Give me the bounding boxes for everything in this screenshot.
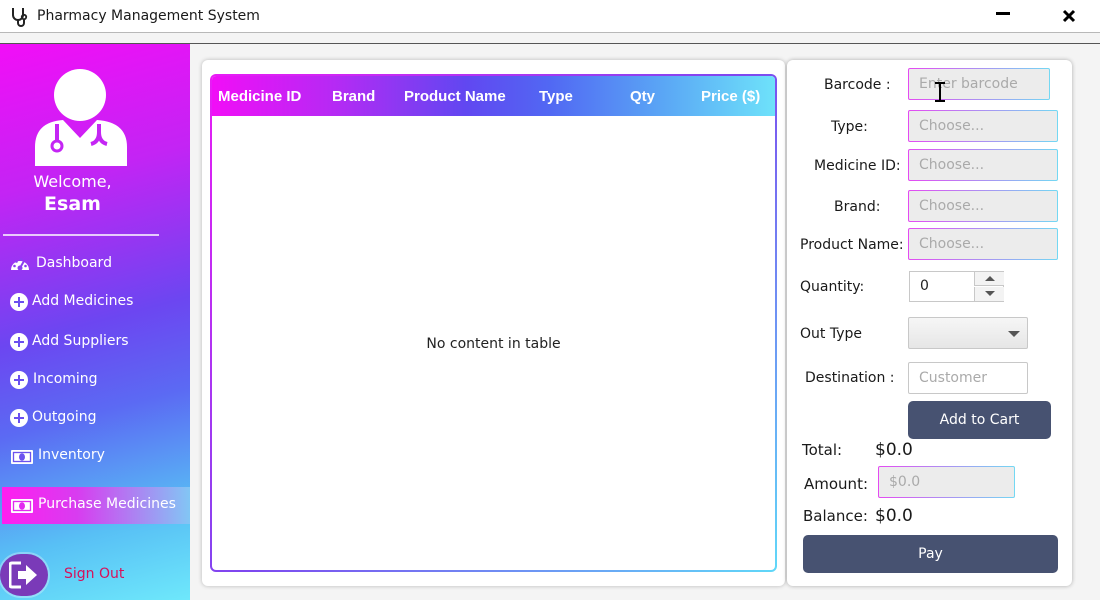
quantity-value: 0 [920,278,929,294]
dashboard-icon [11,258,29,271]
medicine-id-combo[interactable]: Choose... [908,149,1058,181]
sidebar-separator [3,234,159,236]
sidebar-item-label: Incoming [33,371,98,387]
money-icon [11,499,33,513]
empty-table-message: No content in table [426,336,561,352]
barcode-input[interactable]: Enter barcode [908,68,1050,100]
cart-table-panel: Medicine ID Brand Product Name Type Qty … [202,60,785,586]
column-header-price[interactable]: Price ($) [701,88,760,105]
sidebar: Welcome, Esam Dashboard Add Medicines Ad… [0,44,190,600]
plus-circle-icon [10,293,30,313]
out-type-select[interactable] [908,317,1028,349]
total-value: $0.0 [875,440,913,460]
stethoscope-icon [12,8,28,27]
title-bar: Pharmacy Management System [0,0,1100,33]
money-icon [11,450,33,464]
cart-table: Medicine ID Brand Product Name Type Qty … [210,74,777,572]
plus-circle-icon [10,371,30,391]
pay-button[interactable]: Pay [803,535,1058,573]
total-label: Total: [802,441,843,459]
quantity-label: Quantity: [800,279,865,295]
product-name-label: Product Name: [800,237,904,253]
amount-label: Amount: [804,475,868,493]
sidebar-item-label: Add Suppliers [32,333,129,349]
purchase-form-panel: Barcode : Enter barcode Type: Choose... … [787,60,1072,586]
sidebar-item-add-suppliers[interactable]: Add Suppliers [0,324,190,360]
username: Esam [44,193,101,215]
minimize-button[interactable] [990,4,1016,28]
decrement-button[interactable] [974,287,1004,301]
plus-circle-icon [10,409,30,429]
sidebar-item-label: Inventory [38,447,105,463]
text-cursor-icon [935,82,945,102]
sidebar-item-purchase-medicines[interactable]: Purchase Medicines [2,487,190,524]
close-button[interactable] [1056,4,1082,28]
balance-label: Balance: [803,507,868,525]
doctor-avatar-icon [35,69,127,166]
brand-combo[interactable]: Choose... [908,190,1058,222]
sidebar-item-add-medicines[interactable]: Add Medicines [0,284,190,320]
chevron-down-icon [1008,331,1020,337]
welcome-text: Welcome, [33,172,112,191]
destination-input[interactable]: Customer [908,362,1028,394]
type-combo[interactable]: Choose... [908,110,1058,142]
sidebar-item-dashboard[interactable]: Dashboard [0,246,190,282]
barcode-label: Barcode : [824,77,891,93]
brand-label: Brand: [834,199,881,215]
product-name-combo[interactable]: Choose... [908,228,1058,260]
sidebar-item-outgoing[interactable]: Outgoing [0,400,190,436]
column-header-product-name[interactable]: Product Name [404,88,506,105]
column-header-medicine-id[interactable]: Medicine ID [218,88,301,105]
column-header-qty[interactable]: Qty [630,88,655,105]
add-to-cart-button[interactable]: Add to Cart [908,401,1051,439]
table-header: Medicine ID Brand Product Name Type Qty … [212,76,775,116]
sidebar-item-inventory[interactable]: Inventory [0,438,190,474]
type-label: Type: [831,119,868,135]
column-header-type[interactable]: Type [539,88,573,105]
quantity-stepper[interactable]: 0 [909,271,1004,302]
sidebar-item-label: Dashboard [36,255,112,271]
destination-label: Destination : [805,370,895,386]
medicine-id-label: Medicine ID: [814,158,901,174]
window-title: Pharmacy Management System [37,8,260,24]
sign-out-button[interactable] [0,554,48,596]
column-header-brand[interactable]: Brand [332,88,375,105]
logout-icon [9,561,37,589]
sidebar-item-label: Add Medicines [32,293,134,309]
balance-value: $0.0 [875,506,913,526]
out-type-label: Out Type [800,326,862,342]
sign-out-label[interactable]: Sign Out [64,566,124,582]
sidebar-item-incoming[interactable]: Incoming [0,362,190,398]
sidebar-item-label: Purchase Medicines [38,496,176,512]
close-icon [1062,9,1076,23]
increment-button[interactable] [974,272,1004,286]
sidebar-item-label: Outgoing [32,409,97,425]
plus-circle-icon [10,333,30,353]
amount-input[interactable]: $0.0 [878,466,1015,498]
